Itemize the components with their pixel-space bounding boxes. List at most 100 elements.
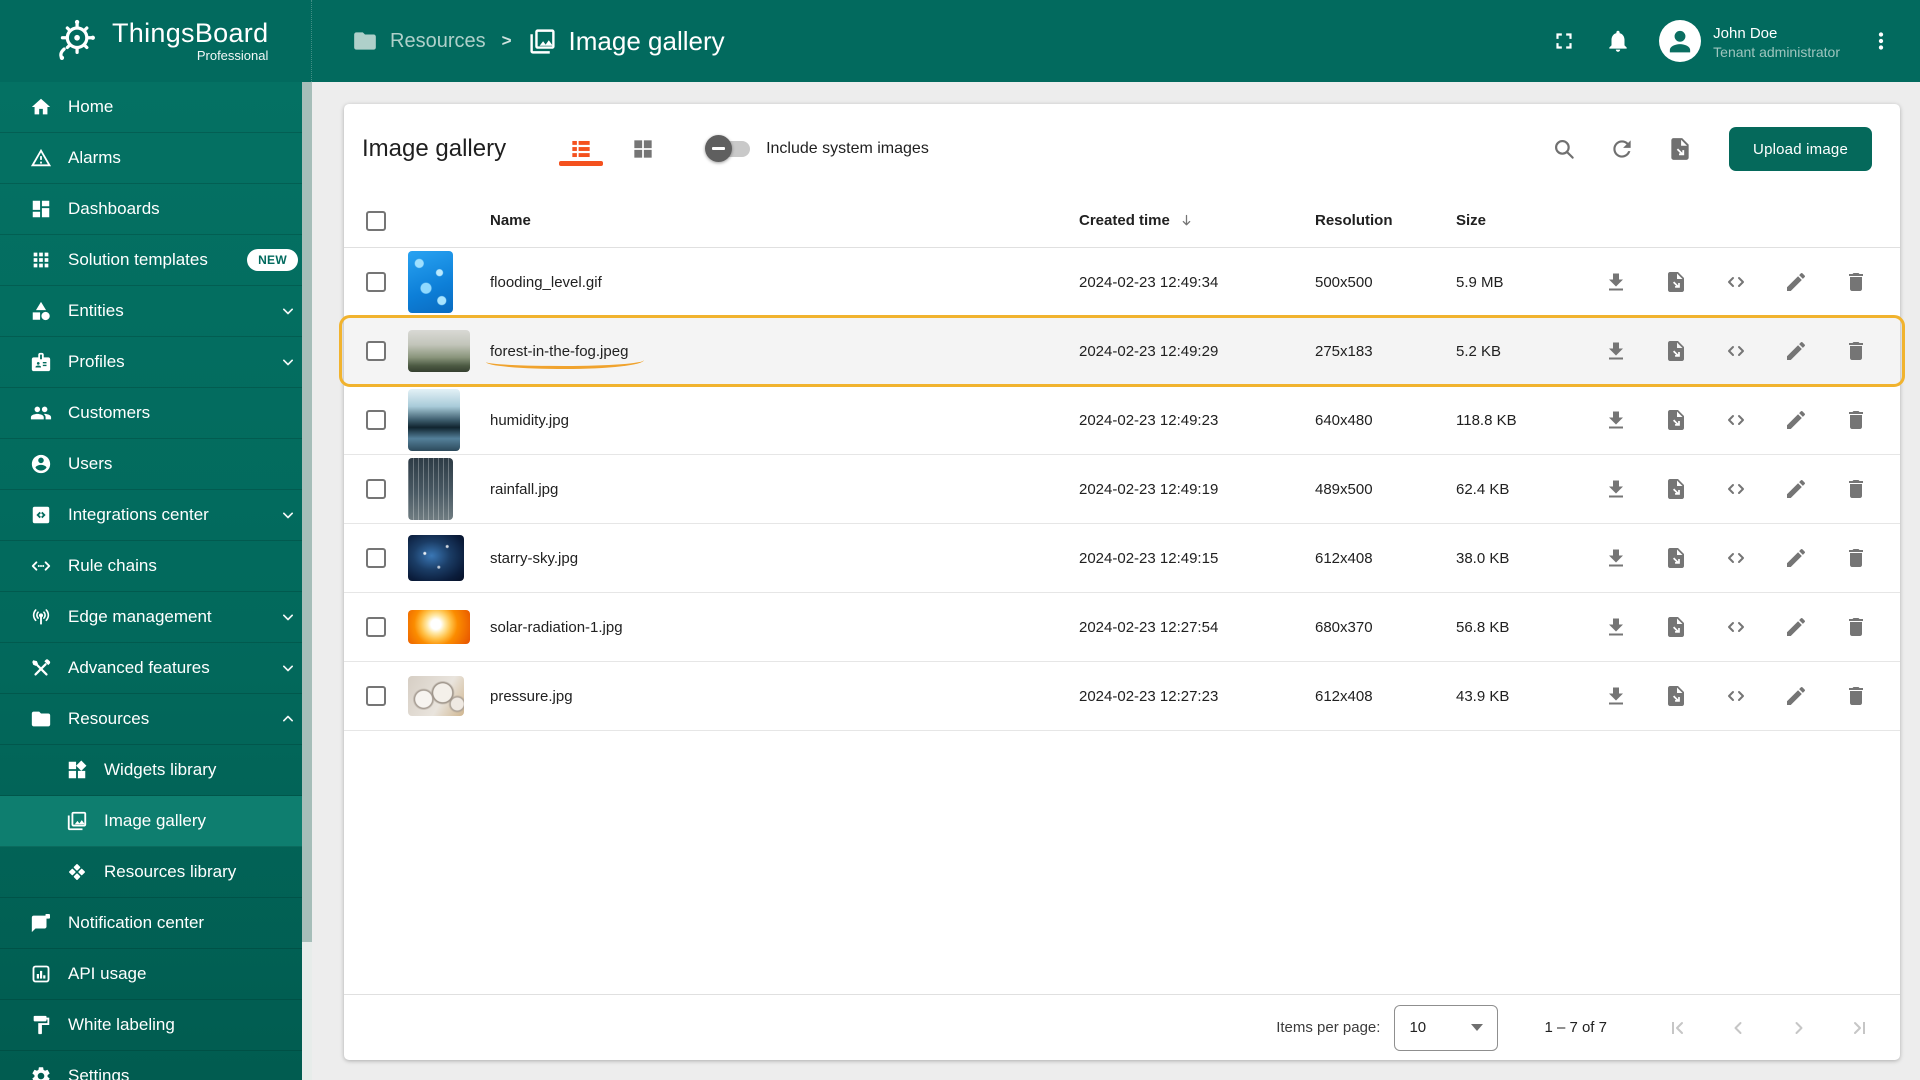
row-checkbox[interactable] [366, 479, 386, 499]
created-time: 2024-02-23 12:49:23 [1079, 412, 1315, 429]
download-icon[interactable] [1604, 339, 1628, 363]
breadcrumb-image-gallery[interactable]: Image gallery [528, 26, 725, 57]
sidebar-item-home[interactable]: Home [0, 82, 312, 133]
sidebar-item-dashboards[interactable]: Dashboards [0, 184, 312, 235]
embed-code-icon[interactable] [1724, 339, 1748, 363]
sidebar-item-resources-library[interactable]: Resources library [0, 847, 312, 898]
more-vert-icon[interactable] [1868, 28, 1894, 54]
refresh-icon[interactable] [1609, 136, 1635, 162]
sidebar-item-entities[interactable]: Entities [0, 286, 312, 337]
first-page-icon[interactable] [1665, 1016, 1689, 1040]
sidebar-scrollbar-thumb[interactable] [302, 82, 312, 942]
sidebar-item-profiles[interactable]: Profiles [0, 337, 312, 388]
column-header-resolution[interactable]: Resolution [1315, 212, 1456, 229]
export-icon[interactable] [1664, 339, 1688, 363]
edit-icon[interactable] [1784, 477, 1808, 501]
edit-icon[interactable] [1784, 339, 1808, 363]
sidebar-item-image-gallery[interactable]: Image gallery [0, 796, 312, 847]
embed-code-icon[interactable] [1724, 615, 1748, 639]
select-all-checkbox[interactable] [366, 211, 386, 231]
row-checkbox[interactable] [366, 686, 386, 706]
table-row[interactable]: flooding_level.gif 2024-02-23 12:49:34 5… [344, 248, 1900, 317]
breadcrumb-resources[interactable]: Resources [352, 28, 486, 54]
edit-icon[interactable] [1784, 408, 1808, 432]
export-icon[interactable] [1664, 270, 1688, 294]
resolution: 640x480 [1315, 412, 1456, 429]
delete-icon[interactable] [1844, 546, 1868, 570]
download-icon[interactable] [1604, 615, 1628, 639]
sidebar-item-api-usage[interactable]: API usage [0, 949, 312, 1000]
brand-edition: Professional [112, 48, 268, 63]
app-logo[interactable]: ThingsBoard Professional [0, 0, 312, 82]
sidebar-item-settings[interactable]: Settings [0, 1051, 312, 1080]
table-row[interactable]: rainfall.jpg 2024-02-23 12:49:19 489x500… [344, 455, 1900, 524]
sidebar-item-users[interactable]: Users [0, 439, 312, 490]
sidebar-item-alarms[interactable]: Alarms [0, 133, 312, 184]
delete-icon[interactable] [1844, 684, 1868, 708]
sidebar-item-resources[interactable]: Resources [0, 694, 312, 745]
sidebar-item-notification-center[interactable]: Notification center [0, 898, 312, 949]
search-icon[interactable] [1551, 136, 1577, 162]
embed-code-icon[interactable] [1724, 546, 1748, 570]
export-icon[interactable] [1664, 615, 1688, 639]
embed-code-icon[interactable] [1724, 408, 1748, 432]
fullscreen-icon[interactable] [1551, 28, 1577, 54]
table-row[interactable]: starry-sky.jpg 2024-02-23 12:49:15 612x4… [344, 524, 1900, 593]
download-icon[interactable] [1604, 408, 1628, 432]
edit-icon[interactable] [1784, 546, 1808, 570]
table-row-highlighted[interactable]: forest-in-the-fog.jpeg 2024-02-23 12:49:… [344, 317, 1900, 386]
notifications-bell-icon[interactable] [1605, 28, 1631, 54]
sidebar-item-white-labeling[interactable]: White labeling [0, 1000, 312, 1051]
download-icon[interactable] [1604, 270, 1628, 294]
sidebar-item-advanced-features[interactable]: Advanced features [0, 643, 312, 694]
last-page-icon[interactable] [1848, 1016, 1872, 1040]
embed-code-icon[interactable] [1724, 477, 1748, 501]
row-checkbox[interactable] [366, 617, 386, 637]
edit-icon[interactable] [1784, 684, 1808, 708]
sidebar-item-edge-management[interactable]: Edge management [0, 592, 312, 643]
sidebar-item-customers[interactable]: Customers [0, 388, 312, 439]
upload-image-button[interactable]: Upload image [1729, 127, 1872, 171]
delete-icon[interactable] [1844, 408, 1868, 432]
sidebar-item-rule-chains[interactable]: Rule chains [0, 541, 312, 592]
grid-view-tab[interactable] [618, 104, 668, 194]
export-icon[interactable] [1664, 477, 1688, 501]
export-icon[interactable] [1664, 408, 1688, 432]
table-row[interactable]: pressure.jpg 2024-02-23 12:27:23 612x408… [344, 662, 1900, 731]
column-header-name[interactable]: Name [490, 212, 1079, 229]
edit-icon[interactable] [1784, 615, 1808, 639]
table-row[interactable]: humidity.jpg 2024-02-23 12:49:23 640x480… [344, 386, 1900, 455]
download-icon[interactable] [1604, 684, 1628, 708]
list-view-tab[interactable] [556, 104, 606, 194]
row-checkbox[interactable] [366, 272, 386, 292]
download-icon[interactable] [1604, 477, 1628, 501]
sidebar-item-solution-templates[interactable]: Solution templates NEW [0, 235, 312, 286]
export-icon[interactable] [1664, 546, 1688, 570]
resolution: 612x408 [1315, 550, 1456, 567]
export-icon[interactable] [1664, 684, 1688, 708]
edit-icon[interactable] [1784, 270, 1808, 294]
sidebar-item-integrations-center[interactable]: Integrations center [0, 490, 312, 541]
column-header-created-time[interactable]: Created time [1079, 212, 1315, 229]
items-per-page-select[interactable]: 10 [1394, 1005, 1498, 1051]
sidebar-item-widgets-library[interactable]: Widgets library [0, 745, 312, 796]
delete-icon[interactable] [1844, 615, 1868, 639]
import-image-icon[interactable] [1667, 136, 1693, 162]
row-checkbox[interactable] [366, 341, 386, 361]
row-checkbox[interactable] [366, 410, 386, 430]
folder-icon [30, 708, 52, 730]
row-checkbox[interactable] [366, 548, 386, 568]
delete-icon[interactable] [1844, 270, 1868, 294]
delete-icon[interactable] [1844, 477, 1868, 501]
entities-icon [30, 300, 52, 322]
previous-page-icon[interactable] [1726, 1016, 1750, 1040]
embed-code-icon[interactable] [1724, 684, 1748, 708]
embed-code-icon[interactable] [1724, 270, 1748, 294]
user-menu[interactable]: John Doe Tenant administrator [1659, 20, 1840, 62]
download-icon[interactable] [1604, 546, 1628, 570]
column-header-size[interactable]: Size [1456, 212, 1590, 229]
delete-icon[interactable] [1844, 339, 1868, 363]
include-system-images-toggle[interactable]: Include system images [708, 140, 929, 158]
table-row[interactable]: solar-radiation-1.jpg 2024-02-23 12:27:5… [344, 593, 1900, 662]
next-page-icon[interactable] [1787, 1016, 1811, 1040]
